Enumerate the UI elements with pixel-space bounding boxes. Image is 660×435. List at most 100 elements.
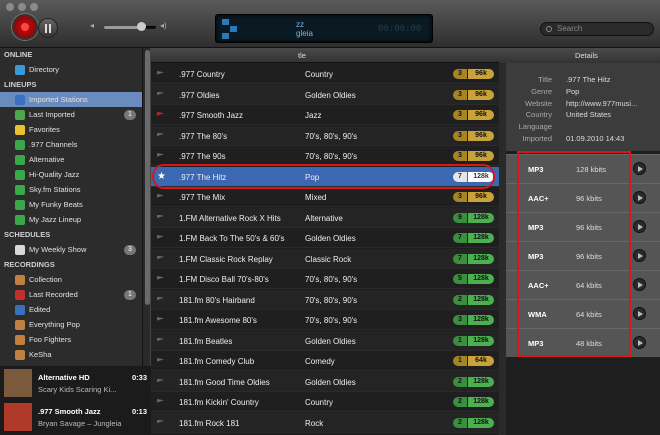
sidebar-item[interactable]: My Funky Beats [0, 197, 142, 212]
flag-icon[interactable] [157, 153, 164, 157]
sidebar-item[interactable]: Alternative [0, 152, 142, 167]
sidebar-item[interactable]: Sky.fm Stations [0, 182, 142, 197]
flag-icon[interactable] [157, 132, 164, 137]
station-rank-badge: 3 [453, 130, 467, 141]
station-row[interactable]: .977 Oldies Golden Oldies 3 96k [151, 84, 499, 105]
station-row[interactable]: ★ .977 The Hitz Pop 7 128k [151, 166, 499, 187]
flag-icon[interactable] [157, 419, 164, 424]
flag-icon[interactable] [157, 91, 164, 96]
sidebar-item[interactable]: Last Imported 1 [0, 107, 142, 122]
station-row[interactable]: 1.FM Alternative Rock X Hits Alternative 9… [151, 207, 499, 228]
flag-icon[interactable] [157, 296, 164, 301]
volume-slider-knob[interactable] [137, 22, 147, 31]
station-row[interactable]: 1.FM Disco Ball 70's-80's 70's, 80's, 90'… [151, 269, 499, 289]
sidebar-item[interactable]: Directory [0, 62, 142, 77]
star-icon[interactable]: ★ [157, 171, 166, 182]
station-list-header[interactable]: tle [151, 48, 499, 63]
sidebar-item[interactable]: My Jazz Lineup [0, 212, 142, 227]
sidebar-item[interactable]: Everything Pop [0, 317, 142, 332]
sidebar: ONLINE Directory LINEUPS Imported Stations L… [0, 48, 142, 366]
sidebar-scrollbar[interactable] [142, 48, 151, 366]
play-icon[interactable] [633, 249, 646, 262]
minimize-window-button[interactable] [18, 3, 26, 11]
play-icon[interactable] [633, 278, 646, 291]
close-window-button[interactable] [6, 3, 14, 11]
flag-icon[interactable] [157, 399, 164, 403]
play-icon[interactable] [633, 162, 646, 175]
sidebar-item[interactable]: Collection [0, 272, 142, 287]
station-row[interactable]: .977 Smooth Jazz Jazz 3 96k [151, 105, 499, 125]
sidebar-item-label: Collection [29, 275, 62, 284]
station-title: 181.fm Awesome 80's [179, 316, 257, 325]
search-icon [546, 26, 552, 32]
station-row[interactable]: 181.fm Comedy Club Comedy 1 64k [151, 351, 499, 371]
stream-format-row[interactable]: MP3 96 kbits [506, 212, 660, 241]
sidebar-item[interactable]: Foo Fighters [0, 332, 142, 347]
flag-icon[interactable] [157, 276, 164, 280]
station-row[interactable]: 181.fm Awesome 80's 70's, 80's, 90's 3 128k [151, 310, 499, 330]
list-scrollbar[interactable] [499, 63, 506, 435]
station-row[interactable]: 1.FM Classic Rock Replay Classic Rock 7 128… [151, 248, 499, 269]
station-row[interactable]: .977 Country Country 3 96k [151, 64, 499, 84]
sidebar-scrollbar-thumb[interactable] [145, 50, 150, 305]
sidebar-item[interactable]: Imported Stations [0, 92, 142, 107]
zoom-window-button[interactable] [30, 3, 38, 11]
sidebar-item[interactable]: KeSha [0, 347, 142, 362]
play-icon[interactable] [633, 307, 646, 320]
station-title: .977 Smooth Jazz [179, 111, 244, 120]
play-icon[interactable] [633, 220, 646, 233]
flag-icon[interactable] [157, 194, 164, 198]
flag-icon[interactable] [157, 358, 164, 362]
sidebar-item[interactable]: Edited [0, 302, 142, 317]
stream-format-row[interactable]: AAC+ 64 kbits [506, 270, 660, 299]
stream-format-row[interactable]: MP3 128 kbits [506, 154, 660, 183]
flag-icon[interactable] [157, 378, 164, 383]
search-input[interactable]: Search [540, 22, 654, 36]
sidebar-item[interactable]: Last Recorded 1 [0, 287, 142, 302]
record-button[interactable] [12, 14, 38, 40]
flag-icon[interactable] [157, 337, 164, 342]
now-playing-item[interactable]: Alternative HD Scary Kids Scaring Ki... 0:… [0, 367, 151, 401]
station-row[interactable]: 181.fm Kickin' Country Country 2 128k [151, 392, 499, 412]
play-icon[interactable] [633, 191, 646, 204]
now-playing-item[interactable]: .977 Smooth Jazz Bryan Savage – Jungleia 0… [0, 401, 151, 435]
station-row[interactable]: 181.fm Beatles Golden Oldies 1 128k [151, 330, 499, 351]
station-title: 1.FM Disco Ball 70's-80's [179, 275, 269, 284]
play-icon[interactable] [633, 336, 646, 349]
station-title: 1.FM Classic Rock Replay [179, 254, 273, 264]
now-playing-display: zz gleia 00:00:00 [215, 14, 433, 43]
station-row[interactable]: .977 The 80's 70's, 80's, 90's 3 96k [151, 125, 499, 146]
title-column-header[interactable]: tle [298, 51, 306, 60]
flag-icon[interactable] [157, 214, 164, 219]
station-rank-badge: 3 [453, 192, 467, 202]
stream-format-row[interactable]: MP3 48 kbits [506, 328, 660, 357]
station-row[interactable]: 1.FM Back To The 50's & 60's Golden Oldie… [151, 228, 499, 248]
station-rank-badge: 5 [453, 274, 467, 284]
station-bitrate-badge: 96k [468, 151, 494, 161]
sidebar-item[interactable]: My Weekly Show 3 [0, 242, 142, 257]
flag-icon[interactable] [157, 112, 164, 116]
sidebar-item[interactable]: Hi-Quality Jazz [0, 167, 142, 182]
station-row[interactable]: .977 The Mix Mixed 3 96k [151, 187, 499, 207]
station-rank-badge: 2 [453, 397, 467, 407]
station-row[interactable]: 181.fm Rock 181 Rock 2 128k [151, 412, 499, 433]
flag-icon[interactable] [157, 317, 164, 321]
flag-icon[interactable] [157, 235, 164, 239]
format-name: MP3 [528, 252, 544, 261]
station-icon [15, 140, 25, 150]
imported-icon [15, 95, 25, 105]
station-row[interactable]: 181.fm Good Time Oldies Golden Oldies 2 128… [151, 371, 499, 392]
sidebar-item[interactable]: .977 Channels [0, 137, 142, 152]
station-row[interactable]: .977 The 90s 70's, 80's, 90's 3 96k [151, 146, 499, 166]
format-name: MP3 [528, 339, 544, 348]
stream-format-row[interactable]: AAC+ 96 kbits [506, 183, 660, 212]
station-rank-badge: 3 [453, 315, 467, 325]
stream-format-row[interactable]: WMA 64 kbits [506, 299, 660, 328]
station-row[interactable]: 181.fm 80's Hairband 70's, 80's, 90's 2 128… [151, 289, 499, 310]
flag-icon[interactable] [157, 255, 164, 260]
sidebar-item[interactable]: Favorites [0, 122, 142, 137]
stream-format-row[interactable]: MP3 96 kbits [506, 241, 660, 270]
pause-button[interactable] [38, 18, 58, 38]
station-bitrate-badge: 128k [468, 274, 494, 284]
flag-icon[interactable] [157, 71, 164, 75]
